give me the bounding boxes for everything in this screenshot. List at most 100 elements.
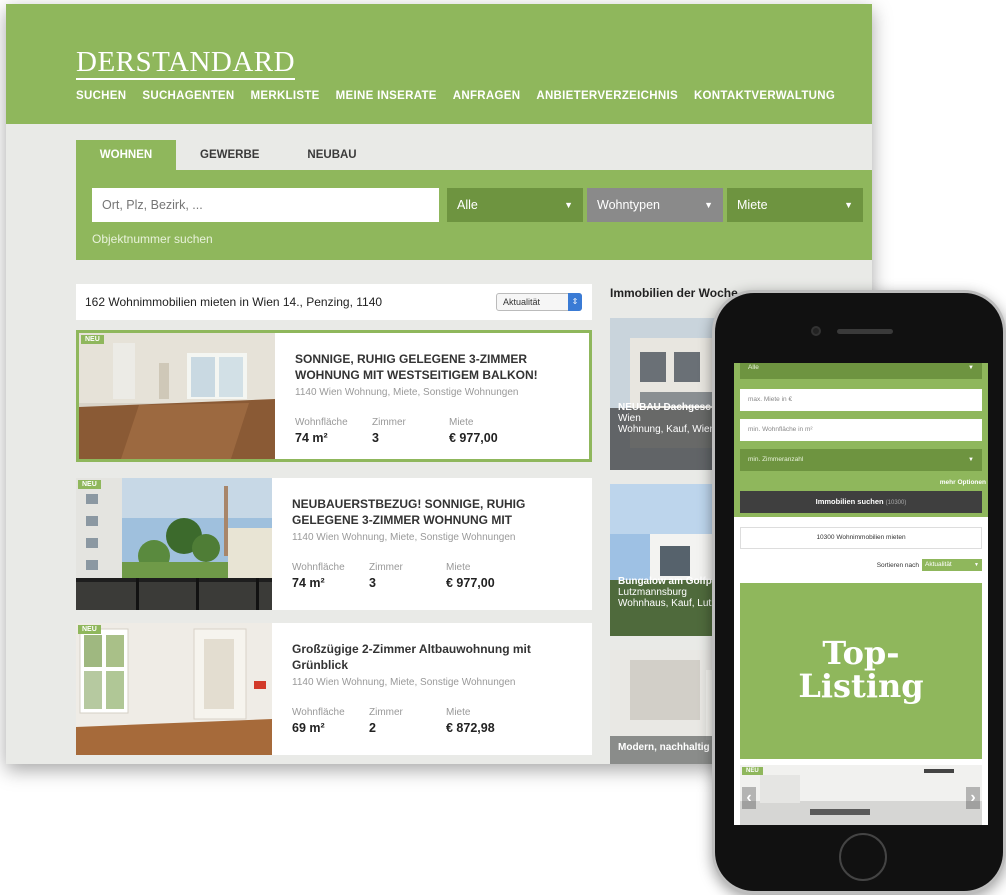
mobile-results-count: 10300 Wohnimmobilien mieten [740, 527, 982, 549]
featured-place: Lutzmannsburg [618, 587, 687, 598]
sort-select[interactable]: Aktualität ⇕ [496, 293, 582, 311]
mobile-screen: Alle ▼ max. Miete in € min. Wohnfläche i… [734, 363, 988, 825]
speaker-grille [837, 329, 893, 334]
category-dropdown-value: Alle [457, 198, 478, 212]
listing-photo[interactable]: NEU [76, 623, 272, 755]
listing-title[interactable]: Großzügige 2-Zimmer Altbauwohnung mit Gr… [292, 641, 562, 673]
rooms-value: 3 [372, 431, 379, 445]
camera-icon [811, 326, 821, 336]
chevron-down-icon: ▼ [974, 562, 979, 568]
featured-type: Wohnhaus, Kauf, Lutz [618, 598, 717, 609]
area-label: Wohnfläche [295, 417, 348, 428]
listing-meta: Wohnfläche 74 m² Zimmer 3 Miete € 977,00 [292, 562, 523, 590]
search-panel: WOHNEN GEWERBE NEUBAU Alle ▼ Wohntypen ▼… [76, 140, 872, 260]
rooms-label: Zimmer [369, 707, 403, 718]
listing-title[interactable]: NEUBAUERSTBEZUG! SONNIGE, RUHIG GELEGENE… [292, 496, 562, 528]
area-label: Wohnfläche [292, 707, 345, 718]
rooms-value: 3 [369, 576, 376, 590]
nav-merkliste[interactable]: MERKLISTE [251, 90, 320, 102]
listing-card[interactable]: NEU SONNIGE, RUHIG GELEGENE 3-ZIMMER WOH… [76, 330, 592, 462]
new-badge: NEU [742, 767, 763, 775]
sort-select-value: Aktualität [503, 297, 541, 307]
chevron-down-icon: ▼ [704, 200, 713, 210]
listing-photo[interactable]: NEU [76, 478, 272, 610]
location-search-input[interactable] [92, 188, 439, 222]
nav-suchen[interactable]: SUCHEN [76, 90, 126, 102]
tab-wohnen[interactable]: WOHNEN [76, 140, 176, 170]
nav-kontaktverwaltung[interactable]: KONTAKTVERWALTUNG [694, 90, 835, 102]
site-logo[interactable]: DERSTANDARD [76, 48, 296, 80]
search-button-label: Immobilien suchen [815, 497, 884, 506]
new-badge: NEU [78, 625, 101, 634]
area-label: Wohnfläche [292, 562, 345, 573]
more-options-link[interactable]: mehr Optionen [940, 479, 986, 486]
listing-meta: Wohnfläche 69 m² Zimmer 2 Miete € 872,98 [292, 707, 523, 735]
mobile-sort-value: Aktualität [925, 561, 952, 568]
listing-photo[interactable]: NEU [79, 333, 275, 459]
nav-suchagenten[interactable]: SUCHAGENTEN [142, 90, 234, 102]
max-rent-input[interactable]: max. Miete in € [740, 389, 982, 411]
rent-value: € 872,98 [446, 721, 495, 735]
rent-value: € 977,00 [446, 576, 495, 590]
miete-dropdown[interactable]: Miete ▼ [727, 188, 863, 222]
mobile-category-value: Alle [748, 364, 759, 371]
rooms-label: Zimmer [369, 562, 403, 573]
chevron-down-icon: ▼ [968, 457, 974, 463]
area-value: 74 m² [292, 576, 325, 590]
chevron-down-icon: ▼ [968, 365, 974, 371]
chevron-down-icon: ▼ [844, 200, 853, 210]
listing-card[interactable]: NEU NEUBAUERSTBEZUG! SONNIGE, RUHIG GELE… [76, 478, 592, 610]
wohntypen-dropdown[interactable]: Wohntypen ▼ [587, 188, 723, 222]
listing-title[interactable]: SONNIGE, RUHIG GELEGENE 3-ZIMMER WOHNUNG… [295, 351, 565, 383]
results-count-text: 162 Wohnimmobilien mieten in Wien 14., P… [85, 295, 383, 309]
min-area-input[interactable]: min. Wohnfläche in m² [740, 419, 982, 441]
chevron-left-icon[interactable]: ‹ [742, 787, 756, 809]
chevron-down-icon: ▼ [564, 200, 573, 210]
top-listing-banner[interactable]: Top- Listing [740, 583, 982, 759]
featured-heading: Immobilien der Woche [610, 286, 738, 300]
mobile-listing-preview[interactable]: NEU ‹ › [740, 765, 982, 825]
nav-anfragen[interactable]: ANFRAGEN [453, 90, 521, 102]
select-arrows-icon: ⇕ [568, 293, 582, 311]
area-value: 69 m² [292, 721, 325, 735]
category-dropdown[interactable]: Alle ▼ [447, 188, 583, 222]
sort-label: Sortieren nach [876, 561, 919, 569]
listing-card[interactable]: NEU Großzügige 2-Zimmer Altbauwohnung mi… [76, 623, 592, 755]
top-listing-text: Top- Listing [798, 634, 924, 705]
area-value: 74 m² [295, 431, 328, 445]
miete-dropdown-value: Miete [737, 198, 768, 212]
mobile-sort-select[interactable]: Aktualität ▼ [922, 559, 982, 571]
home-button[interactable] [839, 833, 887, 881]
nav-meine-inserate[interactable]: MEINE INSERATE [336, 90, 437, 102]
rent-label: Miete [449, 417, 474, 428]
results-summary-bar: 162 Wohnimmobilien mieten in Wien 14., P… [76, 284, 592, 320]
main-nav: SUCHEN SUCHAGENTEN MERKLISTE MEINE INSER… [76, 90, 835, 102]
phone-mockup: Alle ▼ max. Miete in € min. Wohnfläche i… [712, 290, 1006, 894]
featured-place: Wien [618, 413, 641, 424]
search-properties-button[interactable]: Immobilien suchen (10300) [740, 491, 982, 513]
listing-subtitle: 1140 Wien Wohnung, Miete, Sonstige Wohnu… [292, 677, 516, 688]
mobile-sort: Sortieren nach Aktualität ▼ [877, 559, 982, 571]
property-tabs: WOHNEN GEWERBE NEUBAU [76, 140, 381, 170]
rent-value: € 977,00 [449, 431, 498, 445]
rooms-value: 2 [369, 721, 376, 735]
mobile-search-panel: Alle ▼ max. Miete in € min. Wohnfläche i… [734, 363, 988, 517]
site-header: DERSTANDARD SUCHEN SUCHAGENTEN MERKLISTE… [6, 4, 872, 124]
new-badge: NEU [81, 335, 104, 344]
search-box: Alle ▼ Wohntypen ▼ Miete ▼ Objektnummer … [76, 170, 872, 260]
tab-neubau[interactable]: NEUBAU [283, 140, 380, 170]
nav-anbieterverzeichnis[interactable]: ANBIETERVERZEICHNIS [536, 90, 678, 102]
rooms-label: Zimmer [372, 417, 406, 428]
search-button-count: (10300) [885, 500, 907, 506]
chevron-right-icon[interactable]: › [966, 787, 980, 809]
tab-gewerbe[interactable]: GEWERBE [176, 140, 283, 170]
min-rooms-select[interactable]: min. Zimmeranzahl ▼ [740, 449, 982, 471]
listing-subtitle: 1140 Wien Wohnung, Miete, Sonstige Wohnu… [292, 532, 516, 543]
rent-label: Miete [446, 707, 471, 718]
rent-label: Miete [446, 562, 471, 573]
mobile-category-select[interactable]: Alle ▼ [740, 363, 982, 379]
object-number-link[interactable]: Objektnummer suchen [92, 232, 213, 246]
listing-meta: Wohnfläche 74 m² Zimmer 3 Miete € 977,00 [295, 417, 526, 445]
featured-type: Wohnung, Kauf, Wien [618, 424, 716, 435]
listing-subtitle: 1140 Wien Wohnung, Miete, Sonstige Wohnu… [295, 387, 519, 398]
